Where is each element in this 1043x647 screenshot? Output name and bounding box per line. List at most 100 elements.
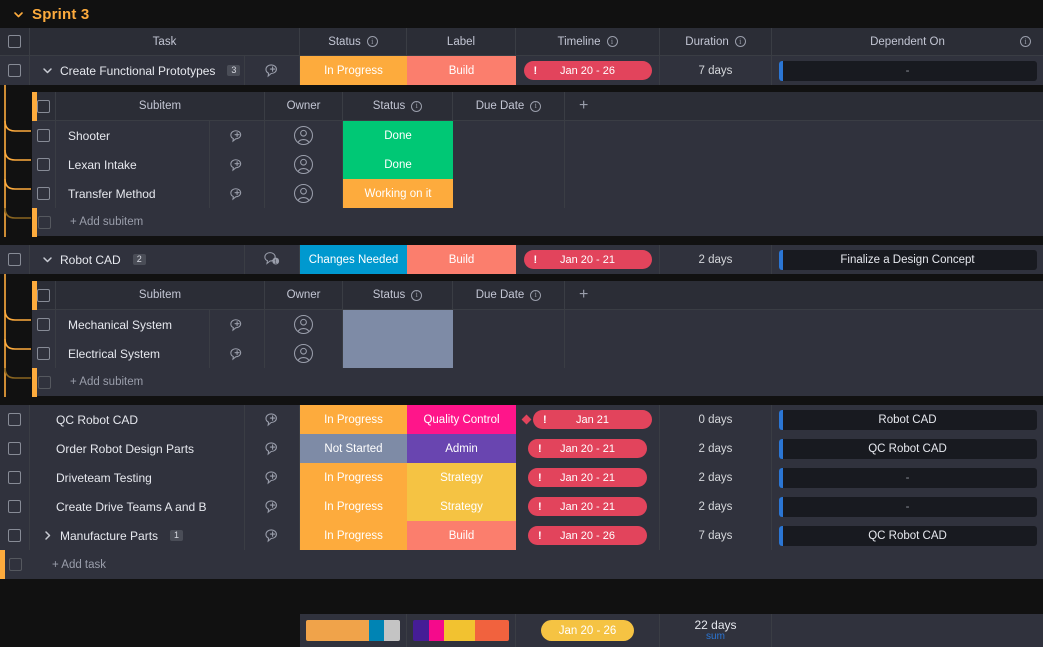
comment-add-icon-cell[interactable]: [210, 310, 265, 339]
subitem-status-cell[interactable]: Done: [343, 150, 453, 179]
column-header-label[interactable]: Label: [407, 28, 516, 56]
task-name-cell[interactable]: QC Robot CAD: [30, 405, 245, 434]
row-checkbox-cell[interactable]: [0, 405, 30, 434]
footer-duration-cell[interactable]: 22 days sum: [660, 614, 772, 647]
comment-add-icon-cell[interactable]: [245, 521, 300, 550]
subitem-checkbox[interactable]: [37, 187, 50, 200]
comment-add-icon-cell[interactable]: [245, 434, 300, 463]
timeline-cell[interactable]: ! Jan 20 - 21: [516, 463, 660, 492]
info-icon[interactable]: i: [607, 36, 618, 47]
subitem-row[interactable]: Transfer Method Working on it: [32, 179, 1043, 208]
label-cell[interactable]: Strategy: [407, 492, 516, 521]
dependent-on-cell[interactable]: Robot CAD: [772, 405, 1043, 434]
row-checkbox-cell[interactable]: [0, 245, 30, 274]
subitem-due-date-cell[interactable]: [453, 339, 565, 368]
subitem-name-cell[interactable]: Shooter: [56, 121, 210, 150]
status-cell[interactable]: Not Started: [300, 434, 407, 463]
info-icon[interactable]: i: [411, 101, 422, 112]
info-icon[interactable]: i: [735, 36, 746, 47]
subitem-column-header-due-date[interactable]: Due Datei: [453, 92, 565, 121]
subitem-checkbox[interactable]: [37, 158, 50, 171]
comment-add-icon-cell[interactable]: [210, 339, 265, 368]
status-cell[interactable]: In Progress: [300, 521, 407, 550]
comment-add-icon-cell[interactable]: [245, 492, 300, 521]
table-row[interactable]: Robot CAD 2 1 Changes Needed Build ! Jan: [0, 245, 1043, 274]
label-cell[interactable]: Strategy: [407, 463, 516, 492]
add-subitem-label[interactable]: + Add subitem: [56, 216, 143, 228]
timeline-cell[interactable]: ! Jan 20 - 21: [516, 245, 660, 274]
subitem-column-header-status[interactable]: Statusi: [343, 92, 453, 121]
timeline-cell[interactable]: ! Jan 20 - 21: [516, 434, 660, 463]
subitem-status-cell[interactable]: [343, 339, 453, 368]
subitem-owner-cell[interactable]: [265, 121, 343, 150]
subitem-due-date-cell[interactable]: [453, 150, 565, 179]
table-row[interactable]: QC Robot CAD In Progress Quality Control…: [0, 405, 1043, 434]
label-cell[interactable]: Build: [407, 56, 516, 85]
subitem-name-cell[interactable]: Transfer Method: [56, 179, 210, 208]
row-checkbox[interactable]: [8, 413, 21, 426]
label-cell[interactable]: Build: [407, 245, 516, 274]
subitem-row[interactable]: Lexan Intake Done: [32, 150, 1043, 179]
row-checkbox-cell[interactable]: [0, 434, 30, 463]
timeline-cell[interactable]: ! Jan 20 - 26: [516, 56, 660, 85]
subitem-checkbox[interactable]: [37, 347, 50, 360]
subitem-status-cell[interactable]: [343, 310, 453, 339]
table-row[interactable]: Order Robot Design Parts Not Started Adm…: [0, 434, 1043, 463]
table-row[interactable]: Create Drive Teams A and B In Progress S…: [0, 492, 1043, 521]
add-subitem-column-button[interactable]: +: [565, 92, 1043, 121]
dependent-on-cell[interactable]: -: [772, 492, 1043, 521]
subitem-column-header-status[interactable]: Statusi: [343, 281, 453, 310]
dependent-on-cell[interactable]: -: [772, 56, 1043, 85]
row-checkbox[interactable]: [8, 529, 21, 542]
column-header-duration[interactable]: Duration i: [660, 28, 772, 56]
add-subitem-row[interactable]: + Add subitem: [32, 208, 1043, 236]
subitem-name-cell[interactable]: Lexan Intake: [56, 150, 210, 179]
subitem-owner-cell[interactable]: [265, 339, 343, 368]
select-all-checkbox[interactable]: [8, 35, 21, 48]
subitem-select-all-checkbox[interactable]: [37, 289, 50, 302]
status-cell[interactable]: In Progress: [300, 56, 407, 85]
chevron-down-icon[interactable]: [10, 6, 26, 22]
column-header-task[interactable]: Task: [30, 28, 300, 56]
status-cell[interactable]: In Progress: [300, 492, 407, 521]
subitem-due-date-cell[interactable]: [453, 310, 565, 339]
task-name-cell[interactable]: Create Functional Prototypes 3: [30, 56, 245, 85]
comment-add-icon-cell[interactable]: [210, 150, 265, 179]
comment-add-icon-cell[interactable]: [210, 121, 265, 150]
subitem-due-date-cell[interactable]: [453, 121, 565, 150]
dependent-on-cell[interactable]: -: [772, 463, 1043, 492]
task-name-cell[interactable]: Manufacture Parts 1: [30, 521, 245, 550]
add-subitem-row[interactable]: + Add subitem: [32, 368, 1043, 396]
status-cell[interactable]: In Progress: [300, 405, 407, 434]
row-checkbox[interactable]: [8, 471, 21, 484]
subitem-column-header-owner[interactable]: Owner: [265, 281, 343, 310]
footer-status-summary-cell[interactable]: [300, 614, 407, 647]
info-icon[interactable]: i: [1020, 36, 1031, 47]
subitem-owner-cell[interactable]: [265, 150, 343, 179]
footer-timeline-cell[interactable]: Jan 20 - 26: [516, 614, 660, 647]
row-checkbox-cell[interactable]: [0, 492, 30, 521]
dependent-on-cell[interactable]: Finalize a Design Concept: [772, 245, 1043, 274]
subitem-name-cell[interactable]: Mechanical System: [56, 310, 210, 339]
subitem-row[interactable]: Shooter Done: [32, 121, 1043, 150]
subitem-row[interactable]: Electrical System: [32, 339, 1043, 368]
comment-add-icon-cell[interactable]: [245, 56, 300, 85]
row-checkbox[interactable]: [8, 442, 21, 455]
row-checkbox-cell[interactable]: [0, 463, 30, 492]
row-checkbox-cell[interactable]: [0, 521, 30, 550]
subitem-status-cell[interactable]: Done: [343, 121, 453, 150]
chevron-down-icon[interactable]: [42, 254, 52, 265]
status-cell[interactable]: Changes Needed: [300, 245, 407, 274]
subitem-checkbox-cell[interactable]: [32, 339, 56, 368]
task-name-cell[interactable]: Driveteam Testing: [30, 463, 245, 492]
column-header-status[interactable]: Status i: [300, 28, 407, 56]
subitem-checkbox-cell[interactable]: [32, 121, 56, 150]
subitem-column-header-name[interactable]: Subitem: [56, 92, 265, 121]
label-cell[interactable]: Quality Control: [407, 405, 516, 434]
table-row[interactable]: Driveteam Testing In Progress Strategy !…: [0, 463, 1043, 492]
column-header-timeline[interactable]: Timeline i: [516, 28, 660, 56]
task-name-cell[interactable]: Robot CAD 2: [30, 245, 245, 274]
table-row[interactable]: Manufacture Parts 1 In Progress Build ! …: [0, 521, 1043, 550]
info-icon[interactable]: i: [530, 101, 541, 112]
subitem-select-all-checkbox[interactable]: [37, 100, 50, 113]
